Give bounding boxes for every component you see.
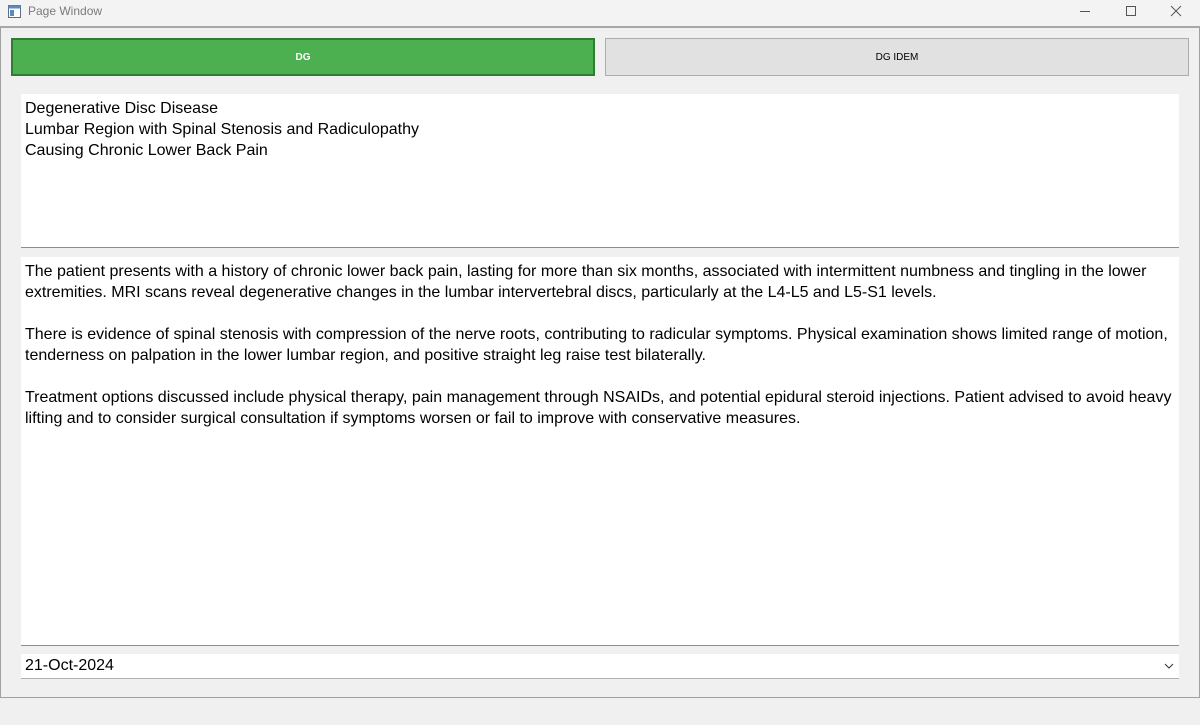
notes-text-area[interactable]: The patient presents with a history of c… (21, 257, 1179, 646)
dg-button[interactable]: DG (11, 38, 595, 76)
minimize-icon (1080, 11, 1090, 12)
notes-paragraph: Treatment options discussed include phys… (25, 389, 1172, 427)
notes-paragraph: The patient presents with a history of c… (25, 263, 1147, 301)
date-dropdown[interactable]: 21-Oct-2024 (21, 654, 1179, 679)
minimize-button[interactable] (1062, 0, 1108, 22)
diagnosis-text-area[interactable]: Degenerative Disc Disease Lumbar Region … (21, 94, 1179, 248)
app-icon (8, 5, 21, 18)
notes-paragraph: There is evidence of spinal stenosis wit… (25, 326, 1168, 364)
date-value: 21-Oct-2024 (25, 657, 114, 674)
chevron-down-icon (1164, 663, 1174, 669)
dg-idem-button[interactable]: DG IDEM (605, 38, 1189, 76)
page-window: Page Window DG DG IDEM Degenerative Disc… (0, 0, 1200, 725)
window-title: Page Window (28, 4, 103, 18)
title-bar[interactable]: Page Window (0, 0, 1200, 26)
maximize-icon (1126, 6, 1136, 16)
diagnosis-line: Causing Chronic Lower Back Pain (25, 142, 268, 159)
diagnosis-line: Lumbar Region with Spinal Stenosis and R… (25, 121, 420, 138)
close-button[interactable] (1153, 0, 1199, 22)
client-area: DG DG IDEM Degenerative Disc Disease Lum… (0, 26, 1200, 698)
close-icon (1170, 5, 1182, 17)
maximize-button[interactable] (1108, 0, 1154, 22)
diagnosis-line: Degenerative Disc Disease (25, 100, 218, 117)
status-bar (0, 698, 1200, 725)
